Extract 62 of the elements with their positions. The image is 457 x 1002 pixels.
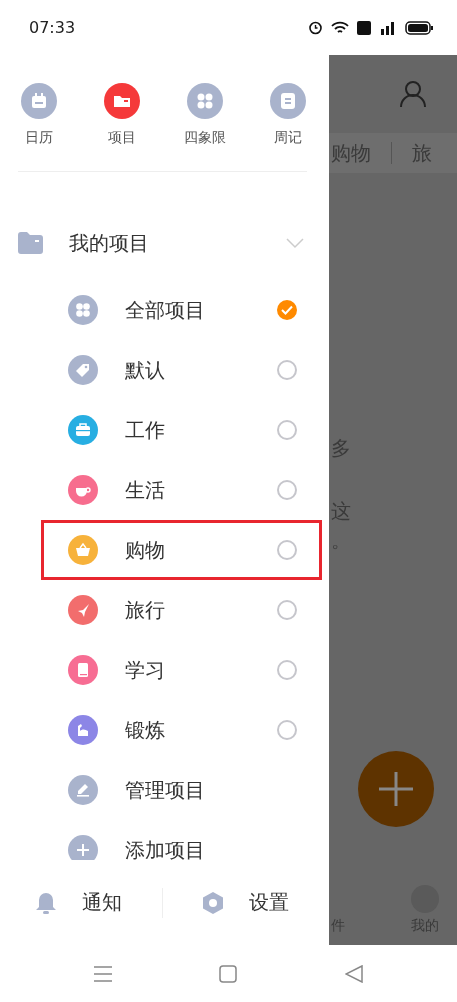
action-item[interactable]: 管理项目 <box>68 760 309 820</box>
checked-radio[interactable] <box>277 300 297 320</box>
chevron-icon[interactable] <box>285 237 305 249</box>
project-item[interactable]: 默认 <box>68 340 309 400</box>
item-label: 购物 <box>125 536 166 564</box>
check-icon <box>281 305 293 315</box>
alarm-icon <box>308 20 323 35</box>
project-item[interactable]: 旅行 <box>68 580 309 640</box>
radio-button[interactable] <box>277 600 297 620</box>
group-title: 我的项目 <box>69 229 150 257</box>
footer-item[interactable]: 通知 <box>0 889 162 916</box>
shortcut-label: 日历 <box>25 129 53 147</box>
radio-button[interactable] <box>277 660 297 680</box>
grid-icon <box>187 83 223 119</box>
item-label: 工作 <box>125 416 166 444</box>
menu-icon[interactable] <box>93 965 112 982</box>
gear-icon <box>201 890 225 915</box>
radio-button[interactable] <box>277 720 297 740</box>
item-label: 旅行 <box>125 596 166 624</box>
project-item[interactable]: 购物 <box>41 520 322 580</box>
hd-icon <box>357 20 371 35</box>
project-item[interactable]: 学习 <box>68 640 309 700</box>
shortcut-tab[interactable]: 周记 <box>267 83 309 147</box>
shortcut-label: 四象限 <box>184 129 226 147</box>
home-icon[interactable] <box>219 964 238 983</box>
wifi-icon <box>331 20 349 35</box>
clock: 07:33 <box>29 18 76 37</box>
footer-label: 设置 <box>249 889 289 916</box>
shortcut-tab[interactable]: 四象限 <box>184 83 226 147</box>
item-label: 默认 <box>125 356 166 384</box>
background-text: 。 <box>331 527 351 554</box>
item-label: 管理项目 <box>125 776 206 804</box>
folder-icon <box>18 232 43 254</box>
person-icon <box>399 80 427 108</box>
footer-item[interactable]: 设置 <box>163 889 329 916</box>
project-item[interactable]: 全部项目 <box>68 280 309 340</box>
plus-icon <box>379 772 413 806</box>
item-label: 全部项目 <box>125 296 206 324</box>
project-item[interactable]: 工作 <box>68 400 309 460</box>
battery-icon <box>405 20 433 35</box>
radio-button[interactable] <box>277 480 297 500</box>
calendar-icon <box>21 83 57 119</box>
item-label: 添加项目 <box>125 836 206 860</box>
radio-button[interactable] <box>277 420 297 440</box>
radio-button[interactable] <box>277 360 297 380</box>
action-item[interactable]: 添加项目 <box>68 820 309 860</box>
item-label: 生活 <box>125 476 166 504</box>
footer-label: 通知 <box>82 889 122 916</box>
back-icon[interactable] <box>345 964 364 983</box>
shortcut-label: 项目 <box>108 129 136 147</box>
shortcut-label: 周记 <box>274 129 302 147</box>
project-item[interactable]: 锻炼 <box>68 700 309 760</box>
folder-icon <box>104 83 140 119</box>
signal-icon <box>379 20 397 35</box>
bell-icon <box>34 890 58 915</box>
shortcut-tab[interactable]: 日历 <box>18 83 60 147</box>
note-icon <box>270 83 306 119</box>
radio-button[interactable] <box>277 540 297 560</box>
item-label: 锻炼 <box>125 716 166 744</box>
shortcut-tab[interactable]: 项目 <box>101 83 143 147</box>
item-label: 学习 <box>125 656 166 684</box>
project-item[interactable]: 生活 <box>68 460 309 520</box>
